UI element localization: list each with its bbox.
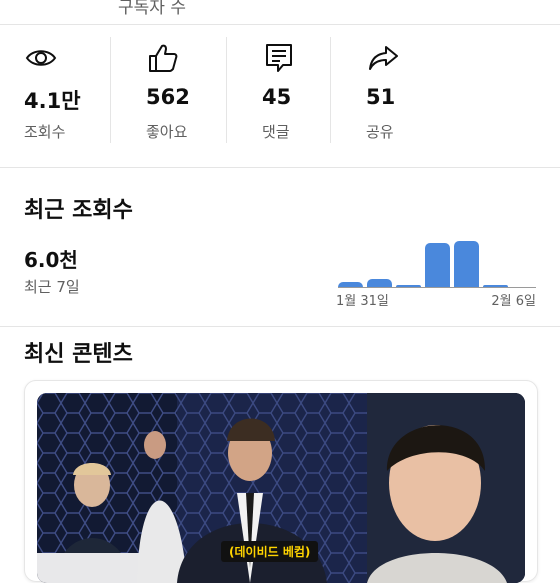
recent-views-chart[interactable]: 1월 31일 2월 6일 xyxy=(334,238,540,318)
share-icon xyxy=(369,46,398,70)
stat-divider xyxy=(226,37,227,143)
chart-bar[interactable] xyxy=(338,282,363,287)
thumbs-up-icon xyxy=(149,44,178,72)
chart-bar[interactable] xyxy=(425,243,450,287)
chart-baseline xyxy=(338,287,536,288)
stat-likes-value: 562 xyxy=(146,85,190,109)
recent-views-title: 최근 조회수 xyxy=(24,198,133,223)
recent-views-period: 최근 7일 xyxy=(24,278,80,296)
section-divider xyxy=(0,167,560,168)
stat-divider xyxy=(110,37,111,143)
stat-likes-label: 좋아요 xyxy=(146,123,188,141)
stat-shares-value: 51 xyxy=(366,85,396,109)
latest-video-card[interactable]: (데이비드 베컴) xyxy=(24,380,538,583)
stat-likes[interactable]: 562 좋아요 xyxy=(146,37,226,143)
latest-content-title: 최신 콘텐츠 xyxy=(24,342,133,367)
top-divider xyxy=(0,24,560,25)
stat-views-label: 조회수 xyxy=(24,123,66,141)
chart-bar[interactable] xyxy=(367,279,392,287)
stats-row: 4.1만 조회수 562 좋아요 45 댓글 51 공유 xyxy=(0,37,560,143)
section-divider xyxy=(0,326,560,327)
comment-icon xyxy=(266,44,292,72)
thumbnail-caption: (데이비드 베컴) xyxy=(221,541,319,562)
stat-shares[interactable]: 51 공유 xyxy=(366,37,446,143)
stat-comments-value: 45 xyxy=(262,85,292,109)
chart-bar[interactable] xyxy=(396,285,421,287)
chart-bar[interactable] xyxy=(483,285,508,287)
stat-shares-label: 공유 xyxy=(366,123,394,141)
recent-views-value: 6.0천 xyxy=(24,248,78,272)
video-thumbnail[interactable]: (데이비드 베컴) xyxy=(37,393,525,583)
chart-tick-label: 2월 6일 xyxy=(491,294,536,309)
chart-bar[interactable] xyxy=(454,241,479,287)
stat-comments-label: 댓글 xyxy=(262,123,290,141)
stat-divider xyxy=(330,37,331,143)
subscribers-label: 구독자 수 xyxy=(118,0,186,18)
channel-icon xyxy=(38,0,58,2)
eye-icon xyxy=(25,50,57,66)
chart-tick-label: 1월 31일 xyxy=(336,294,389,309)
stat-views-value: 4.1만 xyxy=(24,89,81,113)
stat-views[interactable]: 4.1만 조회수 xyxy=(24,37,104,143)
